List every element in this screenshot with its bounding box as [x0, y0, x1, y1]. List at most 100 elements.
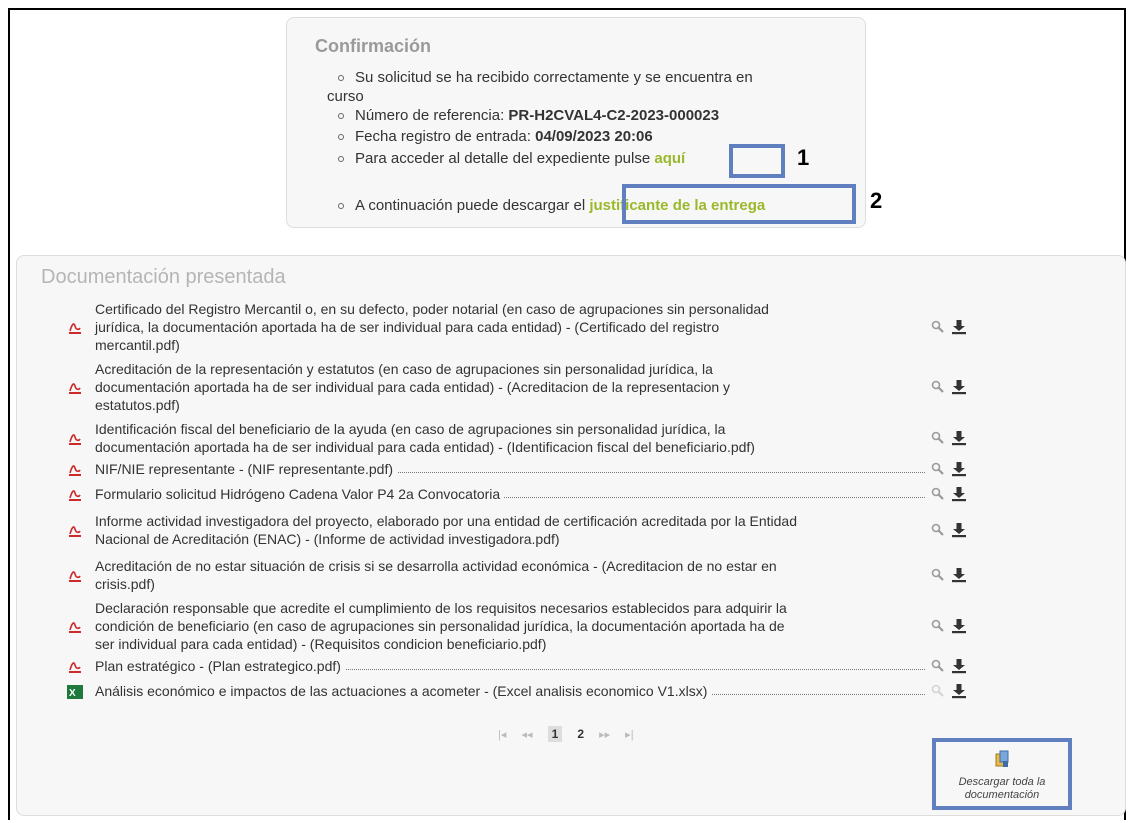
- document-name-line: NIF/NIE representante - (NIF representan…: [95, 461, 394, 477]
- document-row: Acreditación de la representación y esta…: [63, 360, 1003, 414]
- excel-icon: X: [67, 685, 83, 699]
- document-name-line: estatutos.pdf): [95, 397, 180, 413]
- pdf-icon: [67, 620, 83, 634]
- view-icon[interactable]: [931, 462, 945, 481]
- page-1-button[interactable]: 1: [547, 726, 563, 742]
- document-name-line: mercantil.pdf): [95, 337, 180, 353]
- entry-date: Fecha registro de entrada: 04/09/2023 20…: [338, 127, 653, 146]
- pdf-icon: [67, 321, 83, 335]
- document-name-line: documentación aportada ha de ser individ…: [95, 379, 731, 395]
- document-actions: [931, 379, 971, 395]
- document-row: Informe actividad investigadora del proy…: [63, 512, 1003, 548]
- pdf-icon: [67, 660, 83, 674]
- document-actions: [931, 618, 971, 634]
- last-page-button[interactable]: ▸|: [625, 728, 633, 741]
- view-icon[interactable]: [931, 380, 945, 399]
- documents-title: Documentación presentada: [41, 266, 286, 288]
- document-actions: [931, 658, 971, 674]
- document-row: Certificado del Registro Mercantil o, en…: [63, 300, 1003, 354]
- document-name-line: jurídica, la documentación aportada ha d…: [95, 319, 720, 335]
- document-actions: [931, 486, 971, 502]
- document-name-line: Informe actividad investigadora del proy…: [95, 513, 797, 529]
- document-name-line: ser individual para cada entidad) - (Req…: [95, 636, 547, 652]
- first-page-button[interactable]: |◂: [498, 728, 506, 741]
- documents-panel: Documentación presentada Certificado del…: [16, 255, 1126, 816]
- document-name-line: Acreditación de la representación y esta…: [95, 361, 713, 377]
- detail-link[interactable]: aquí: [654, 150, 685, 167]
- view-icon[interactable]: [931, 487, 945, 506]
- download-icon[interactable]: [951, 319, 967, 340]
- view-icon[interactable]: [931, 684, 945, 703]
- document-name: Certificado del Registro Mercantil o, en…: [95, 300, 773, 354]
- download-icon[interactable]: [951, 658, 967, 679]
- document-name: Plan estratégico - (Plan estrategico.pdf…: [95, 657, 345, 675]
- document-name-line: Plan estratégico - (Plan estrategico.pdf…: [95, 658, 341, 674]
- document-name-line: Identificación fiscal del beneficiario d…: [95, 421, 726, 437]
- document-name-line: crisis.pdf): [95, 576, 155, 592]
- entry-date-value: 04/09/2023 20:06: [535, 128, 653, 145]
- marker-1: 1: [797, 145, 810, 170]
- document-name: Acreditación de no estar situación de cr…: [95, 557, 781, 593]
- reference-value: PR-H2CVAL4-C2-2023-000023: [508, 107, 720, 124]
- document-name-line: Certificado del Registro Mercantil o, en…: [95, 301, 769, 317]
- bullet-icon: [338, 75, 344, 81]
- document-row: Declaración responsable que acredite el …: [63, 599, 1003, 653]
- bullet-icon: [338, 134, 344, 140]
- download-icon[interactable]: [951, 461, 967, 482]
- bullet-icon: [338, 156, 344, 162]
- document-row: X Análisis económico e impactos de las ac…: [63, 682, 1003, 700]
- download-icon[interactable]: [951, 522, 967, 543]
- document-name: Declaración responsable que acredite el …: [95, 599, 791, 653]
- view-icon[interactable]: [931, 568, 945, 587]
- pdf-icon: [67, 432, 83, 446]
- download-all-button[interactable]: Descargar toda la documentación: [932, 738, 1072, 810]
- document-name-line: documentación aportada ha de ser individ…: [95, 439, 755, 455]
- document-actions: [931, 567, 971, 583]
- download-all-icon: [995, 750, 1009, 767]
- download-icon[interactable]: [951, 567, 967, 588]
- status-message: Su solicitud se ha recibido correctament…: [327, 69, 753, 105]
- document-name-line: Declaración responsable que acredite el …: [95, 600, 787, 616]
- pdf-icon: [67, 381, 83, 395]
- pdf-icon: [67, 569, 83, 583]
- marker-2: 2: [870, 188, 883, 213]
- download-icon[interactable]: [951, 430, 967, 451]
- view-icon[interactable]: [931, 320, 945, 339]
- document-row: Identificación fiscal del beneficiario d…: [63, 420, 1003, 456]
- view-icon[interactable]: [931, 523, 945, 542]
- view-icon[interactable]: [931, 659, 945, 678]
- svg-text:X: X: [69, 688, 76, 699]
- document-name: Análisis económico e impactos de las act…: [95, 682, 712, 700]
- confirmation-title: Confirmación: [315, 36, 432, 56]
- download-icon[interactable]: [951, 486, 967, 507]
- download-icon[interactable]: [951, 618, 967, 639]
- download-icon[interactable]: [951, 683, 967, 704]
- view-icon[interactable]: [931, 431, 945, 450]
- document-actions: [931, 430, 971, 446]
- document-name-line: Nacional de Acreditación (ENAC) - (Infor…: [95, 531, 560, 547]
- page-2-button[interactable]: 2: [577, 727, 584, 741]
- pdf-icon: [67, 463, 83, 477]
- highlight-box-2: [622, 184, 856, 224]
- document-name: Identificación fiscal del beneficiario d…: [95, 420, 759, 456]
- document-name: NIF/NIE representante - (NIF representan…: [95, 460, 398, 478]
- document-row: Acreditación de no estar situación de cr…: [63, 557, 1003, 593]
- document-row: Plan estratégico - (Plan estrategico.pdf…: [63, 657, 1003, 675]
- pdf-icon: [67, 488, 83, 502]
- document-actions: [931, 461, 971, 477]
- reference-number: Número de referencia: PR-H2CVAL4-C2-2023…: [338, 106, 720, 125]
- document-actions: [931, 522, 971, 538]
- prev-page-button[interactable]: ◂◂: [521, 728, 532, 741]
- document-actions: [931, 319, 971, 335]
- pdf-icon: [67, 524, 83, 538]
- view-icon[interactable]: [931, 619, 945, 638]
- document-name-line: Análisis económico e impactos de las act…: [95, 683, 708, 699]
- document-name: Acreditación de la representación y esta…: [95, 360, 735, 414]
- document-name-line: Formulario solicitud Hidrógeno Cadena Va…: [95, 486, 501, 502]
- document-actions: [931, 683, 971, 699]
- document-row: NIF/NIE representante - (NIF representan…: [63, 460, 1003, 478]
- next-page-button[interactable]: ▸▸: [599, 728, 610, 741]
- highlight-box-1: [729, 144, 785, 178]
- download-icon[interactable]: [951, 379, 967, 400]
- detail-line: Para acceder al detalle del expediente p…: [338, 149, 685, 168]
